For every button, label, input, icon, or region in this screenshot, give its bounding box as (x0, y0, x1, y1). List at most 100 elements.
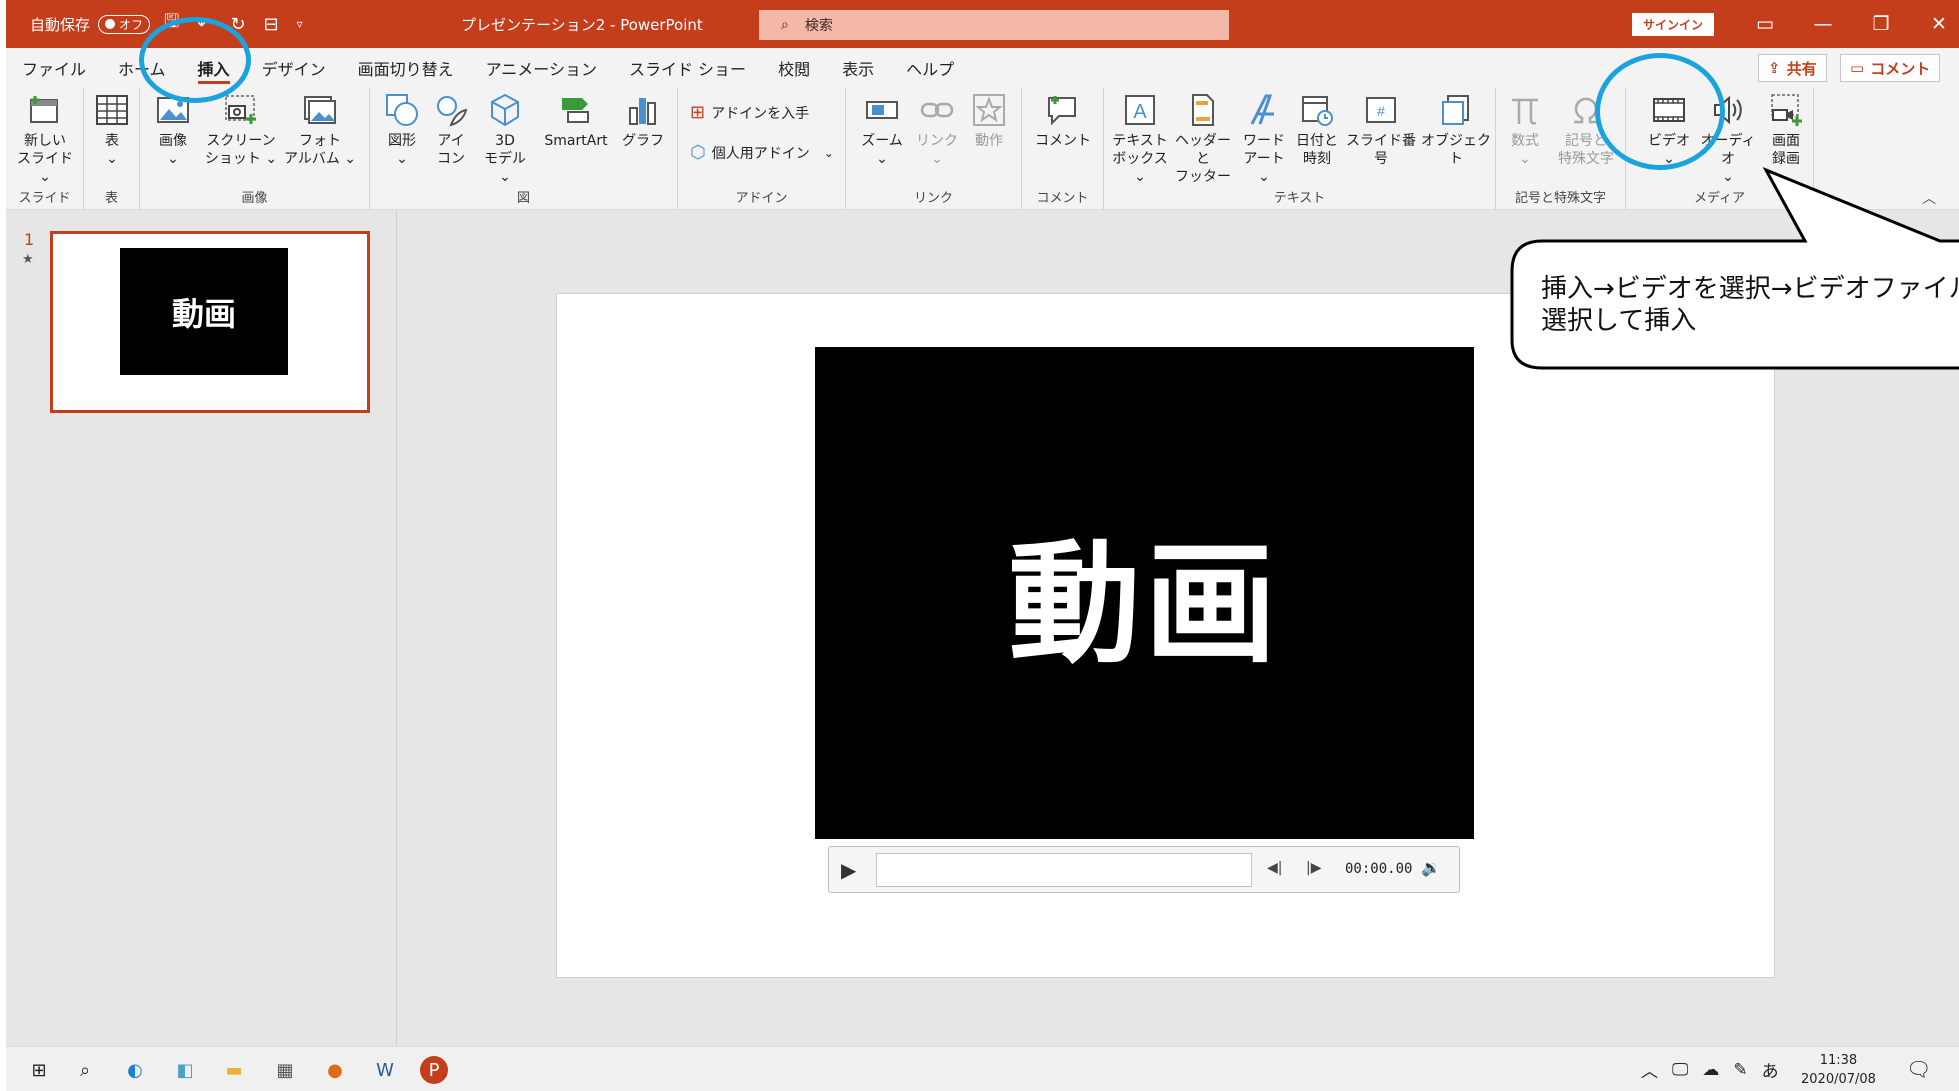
share-button[interactable]: ⇪ 共有 (1758, 54, 1827, 82)
powerpoint-icon[interactable]: P (420, 1056, 448, 1084)
word-icon[interactable]: W (371, 1056, 399, 1084)
app-icon[interactable]: ◧ (171, 1056, 199, 1084)
datetime-label-1: 日付と (1296, 133, 1338, 149)
group-comments: コメント コメント (1022, 88, 1104, 210)
wordart-button[interactable]: ワード アート ⌄ (1236, 92, 1292, 186)
seek-bar[interactable] (876, 853, 1252, 887)
chart-button[interactable]: グラフ (618, 92, 668, 150)
file-explorer-icon[interactable]: ▬ (220, 1056, 248, 1084)
zoom-label: ズーム (861, 133, 903, 149)
autosave-label: 自動保存 (30, 15, 91, 34)
icons-button[interactable]: アイ コン (430, 92, 472, 168)
step-back-icon[interactable]: ◀| (1267, 860, 1282, 876)
action-button[interactable]: 動作 (966, 92, 1012, 150)
restore-icon[interactable]: ❐ (1852, 13, 1910, 35)
window-controls: ▭ — ❐ ✕ (1736, 0, 1959, 48)
get-addins-label: アドインを入手 (711, 105, 810, 122)
tab-help[interactable]: ヘルプ (890, 48, 970, 88)
picture-button[interactable]: 画像 ⌄ (146, 92, 200, 168)
signin-button[interactable]: サインイン (1632, 13, 1715, 36)
equation-button[interactable]: 数式 ⌄ (1502, 92, 1548, 168)
tab-file[interactable]: ファイル (6, 48, 102, 88)
new-comment-button[interactable]: コメント (1030, 92, 1096, 150)
tab-slideshow[interactable]: スライド ショー (613, 48, 762, 88)
search-icon[interactable]: ⌕ (71, 1056, 99, 1084)
group-links: ズーム ⌄ リンク ⌄ 動作 リンク (846, 88, 1022, 210)
tab-transitions[interactable]: 画面切り替え (342, 48, 470, 88)
picture-label: 画像 (159, 133, 187, 149)
shapes-button[interactable]: 図形 ⌄ (380, 92, 424, 168)
store-icon: ⊞ (690, 102, 706, 123)
smartart-button[interactable]: SmartArt (536, 92, 616, 150)
search-box[interactable]: ⌕ 検索 (759, 10, 1229, 40)
minimize-icon[interactable]: — (1794, 13, 1852, 35)
action-label: 動作 (975, 133, 1003, 149)
windows-start-icon[interactable]: ⊞ (25, 1056, 53, 1084)
svg-text:#: # (1377, 103, 1385, 119)
clock[interactable]: 11:38 2020/07/08 (1801, 1051, 1876, 1089)
tab-review[interactable]: 校閲 (762, 48, 826, 88)
screen-recording-icon (1771, 94, 1802, 126)
present-icon[interactable]: ⊟ (264, 14, 279, 35)
picture-dropdown: ⌄ (167, 151, 179, 167)
get-addins-button[interactable]: ⊞ アドインを入手 (690, 102, 809, 123)
datetime-button[interactable]: 日付と 時刻 (1292, 92, 1342, 168)
tab-design[interactable]: デザイン (246, 48, 342, 88)
screenshot-button[interactable]: スクリーン ショット ⌄ (204, 92, 278, 168)
comment-icon: ▭ (1850, 59, 1865, 77)
screenshot-label-1: スクリーン (206, 133, 276, 149)
zoom-button[interactable]: ズーム ⌄ (856, 92, 908, 168)
collapse-ribbon-icon[interactable]: ︿ (1922, 188, 1936, 208)
comment-button[interactable]: ▭ コメント (1840, 54, 1941, 82)
link-button[interactable]: リンク ⌄ (912, 92, 962, 168)
3d-models-button[interactable]: 3D モデル ⌄ (478, 92, 532, 186)
autosave: 自動保存 オフ (30, 0, 151, 48)
photo-album-button[interactable]: フォト アルバム ⌄ (282, 92, 358, 168)
notifications-icon[interactable]: 🗨 (1906, 1057, 1931, 1081)
table-button[interactable]: 表 ⌄ (90, 92, 134, 168)
volume-icon[interactable]: 🔉 (1421, 858, 1441, 877)
tab-animations[interactable]: アニメーション (470, 48, 613, 88)
photo-album-icon (304, 96, 336, 124)
ribbon-display-icon[interactable]: ▭ (1736, 13, 1794, 35)
chevron-up-icon[interactable]: ︿ (1641, 1057, 1658, 1082)
playback-time: 00:00.00 (1345, 861, 1413, 877)
screen-recording-button[interactable]: 画面 録画 (1762, 92, 1810, 168)
share-label: 共有 (1786, 59, 1817, 78)
calculator-icon[interactable]: ▦ (271, 1056, 299, 1084)
slide-thumbnail[interactable]: 動画 (50, 231, 370, 413)
textbox-button[interactable]: A テキスト ボックス ⌄ (1108, 92, 1172, 186)
close-icon[interactable]: ✕ (1910, 13, 1959, 35)
slide-number-button[interactable]: # スライド番号 (1340, 92, 1422, 168)
my-addins-button[interactable]: ⬡ 個人用アドイン ⌄ (690, 142, 834, 163)
object-button[interactable]: オブジェクト (1418, 92, 1494, 168)
new-slide-button[interactable]: 新しい スライド ⌄ (12, 92, 78, 186)
network-icon[interactable]: 🖵 (1672, 1060, 1688, 1080)
play-icon[interactable]: ▶ (841, 858, 856, 882)
smartart-icon (562, 98, 589, 123)
icons-label-1: アイ (437, 133, 465, 149)
share-icon: ⇪ (1768, 59, 1781, 77)
edge-icon[interactable]: ◐ (121, 1056, 149, 1084)
screenshot-label-2: ショット ⌄ (204, 151, 278, 167)
equation-label: 数式 (1511, 133, 1539, 149)
3d-models-label-1: 3D (495, 133, 515, 149)
autosave-toggle[interactable]: オフ (98, 14, 151, 34)
header-footer-button[interactable]: ヘッダーと フッター (1172, 92, 1234, 186)
step-forward-icon[interactable]: |▶ (1306, 860, 1321, 876)
new-slide-icon (30, 96, 58, 123)
tab-view[interactable]: 表示 (826, 48, 890, 88)
video-object[interactable]: 動画 (815, 347, 1474, 839)
group-slide: 新しい スライド ⌄ スライド (6, 88, 84, 210)
customize-qat-icon[interactable]: ▿ (297, 17, 303, 31)
chart-label: グラフ (622, 133, 664, 149)
ime-indicator[interactable]: あ (1762, 1057, 1779, 1082)
firefox-icon[interactable]: ● (321, 1056, 349, 1084)
pen-icon[interactable]: ✎ (1733, 1060, 1747, 1080)
system-tray: ︿ 🖵 ☁ ✎ あ (1641, 1047, 1779, 1091)
slide-canvas[interactable]: 動画 ▶ ◀| |▶ 00:00.00 🔉 (556, 293, 1775, 978)
onedrive-icon[interactable]: ☁ (1702, 1060, 1719, 1080)
smartart-label: SmartArt (544, 133, 608, 149)
photo-album-label-1: フォト (299, 133, 341, 149)
header-footer-label-2: フッター (1175, 169, 1231, 185)
